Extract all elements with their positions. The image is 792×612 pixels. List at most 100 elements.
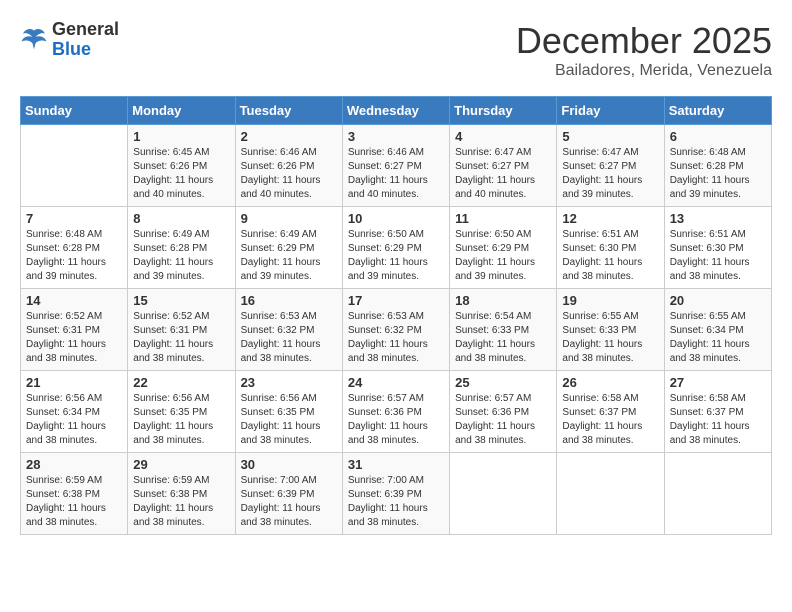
cell-info: Sunrise: 6:53 AMSunset: 6:32 PMDaylight:… xyxy=(241,310,337,366)
calendar-table: SundayMondayTuesdayWednesdayThursdayFrid… xyxy=(20,96,772,535)
day-number: 17 xyxy=(348,293,444,308)
calendar-cell xyxy=(664,453,771,535)
calendar-header-row: SundayMondayTuesdayWednesdayThursdayFrid… xyxy=(21,97,772,125)
cell-info: Sunrise: 6:52 AMSunset: 6:31 PMDaylight:… xyxy=(26,310,122,366)
day-number: 29 xyxy=(133,457,229,472)
calendar-cell: 5 Sunrise: 6:47 AMSunset: 6:27 PMDaylight… xyxy=(557,125,664,207)
day-number: 25 xyxy=(455,375,551,390)
calendar-cell: 30Sunrise: 7:00 AMSunset: 6:39 PMDayligh… xyxy=(235,453,342,535)
day-number: 16 xyxy=(241,293,337,308)
day-header-wednesday: Wednesday xyxy=(342,97,449,125)
cell-info: Sunrise: 6:56 AMSunset: 6:35 PMDaylight:… xyxy=(241,392,337,448)
cell-info: Sunrise: 7:00 AMSunset: 6:39 PMDaylight:… xyxy=(348,474,444,530)
day-number: 18 xyxy=(455,293,551,308)
calendar-cell: 24 Sunrise: 6:57 AMSunset: 6:36 PMDayligh… xyxy=(342,371,449,453)
month-title: December 2025 xyxy=(516,20,772,62)
cell-info: Sunrise: 6:56 AMSunset: 6:34 PMDaylight:… xyxy=(26,392,122,448)
cell-info: Sunrise: 6:54 AMSunset: 6:33 PMDaylight:… xyxy=(455,310,551,366)
day-number: 21 xyxy=(26,375,122,390)
calendar-cell: 11 Sunrise: 6:50 AMSunset: 6:29 PMDayligh… xyxy=(450,207,557,289)
cell-info: Sunrise: 6:55 AMSunset: 6:33 PMDaylight:… xyxy=(562,310,658,366)
day-number: 2 xyxy=(241,129,337,144)
calendar-cell: 22 Sunrise: 6:56 AMSunset: 6:35 PMDayligh… xyxy=(128,371,235,453)
calendar-week-3: 14 Sunrise: 6:52 AMSunset: 6:31 PMDayligh… xyxy=(21,289,772,371)
cell-info: Sunrise: 6:47 AMSunset: 6:27 PMDaylight:… xyxy=(562,146,658,202)
day-header-friday: Friday xyxy=(557,97,664,125)
calendar-cell: 17 Sunrise: 6:53 AMSunset: 6:32 PMDayligh… xyxy=(342,289,449,371)
cell-info: Sunrise: 6:48 AMSunset: 6:28 PMDaylight:… xyxy=(26,228,122,284)
day-number: 15 xyxy=(133,293,229,308)
day-number: 26 xyxy=(562,375,658,390)
day-number: 6 xyxy=(670,129,766,144)
calendar-week-1: 1Sunrise: 6:45 AMSunset: 6:26 PMDaylight… xyxy=(21,125,772,207)
day-number: 14 xyxy=(26,293,122,308)
cell-info: Sunrise: 6:56 AMSunset: 6:35 PMDaylight:… xyxy=(133,392,229,448)
cell-info: Sunrise: 6:51 AMSunset: 6:30 PMDaylight:… xyxy=(562,228,658,284)
day-number: 7 xyxy=(26,211,122,226)
cell-info: Sunrise: 6:52 AMSunset: 6:31 PMDaylight:… xyxy=(133,310,229,366)
day-number: 9 xyxy=(241,211,337,226)
title-block: December 2025 Bailadores, Merida, Venezu… xyxy=(516,20,772,80)
cell-info: Sunrise: 6:49 AMSunset: 6:28 PMDaylight:… xyxy=(133,228,229,284)
day-header-tuesday: Tuesday xyxy=(235,97,342,125)
calendar-cell: 16 Sunrise: 6:53 AMSunset: 6:32 PMDayligh… xyxy=(235,289,342,371)
calendar-cell: 4Sunrise: 6:47 AMSunset: 6:27 PMDaylight… xyxy=(450,125,557,207)
calendar-cell: 8Sunrise: 6:49 AMSunset: 6:28 PMDaylight… xyxy=(128,207,235,289)
day-number: 24 xyxy=(348,375,444,390)
cell-info: Sunrise: 6:48 AMSunset: 6:28 PMDaylight:… xyxy=(670,146,766,202)
calendar-cell: 27 Sunrise: 6:58 AMSunset: 6:37 PMDayligh… xyxy=(664,371,771,453)
day-number: 5 xyxy=(562,129,658,144)
cell-info: Sunrise: 6:58 AMSunset: 6:37 PMDaylight:… xyxy=(562,392,658,448)
calendar-week-5: 28Sunrise: 6:59 AMSunset: 6:38 PMDayligh… xyxy=(21,453,772,535)
day-number: 11 xyxy=(455,211,551,226)
calendar-cell: 31 Sunrise: 7:00 AMSunset: 6:39 PMDayligh… xyxy=(342,453,449,535)
day-number: 4 xyxy=(455,129,551,144)
cell-info: Sunrise: 6:53 AMSunset: 6:32 PMDaylight:… xyxy=(348,310,444,366)
location-subtitle: Bailadores, Merida, Venezuela xyxy=(516,62,772,80)
day-header-monday: Monday xyxy=(128,97,235,125)
calendar-cell: 18 Sunrise: 6:54 AMSunset: 6:33 PMDayligh… xyxy=(450,289,557,371)
day-header-thursday: Thursday xyxy=(450,97,557,125)
calendar-cell: 9Sunrise: 6:49 AMSunset: 6:29 PMDaylight… xyxy=(235,207,342,289)
calendar-cell: 14 Sunrise: 6:52 AMSunset: 6:31 PMDayligh… xyxy=(21,289,128,371)
cell-info: Sunrise: 6:46 AMSunset: 6:26 PMDaylight:… xyxy=(241,146,337,202)
calendar-cell: 23 Sunrise: 6:56 AMSunset: 6:35 PMDayligh… xyxy=(235,371,342,453)
calendar-cell: 21 Sunrise: 6:56 AMSunset: 6:34 PMDayligh… xyxy=(21,371,128,453)
day-number: 23 xyxy=(241,375,337,390)
cell-info: Sunrise: 6:58 AMSunset: 6:37 PMDaylight:… xyxy=(670,392,766,448)
calendar-cell xyxy=(450,453,557,535)
calendar-cell: 19Sunrise: 6:55 AMSunset: 6:33 PMDayligh… xyxy=(557,289,664,371)
calendar-cell: 2 Sunrise: 6:46 AMSunset: 6:26 PMDaylight… xyxy=(235,125,342,207)
day-number: 3 xyxy=(348,129,444,144)
calendar-cell: 12Sunrise: 6:51 AMSunset: 6:30 PMDayligh… xyxy=(557,207,664,289)
cell-info: Sunrise: 6:59 AMSunset: 6:38 PMDaylight:… xyxy=(133,474,229,530)
day-header-saturday: Saturday xyxy=(664,97,771,125)
calendar-cell: 7 Sunrise: 6:48 AMSunset: 6:28 PMDaylight… xyxy=(21,207,128,289)
calendar-week-4: 21 Sunrise: 6:56 AMSunset: 6:34 PMDayligh… xyxy=(21,371,772,453)
cell-info: Sunrise: 6:51 AMSunset: 6:30 PMDaylight:… xyxy=(670,228,766,284)
cell-info: Sunrise: 6:55 AMSunset: 6:34 PMDaylight:… xyxy=(670,310,766,366)
calendar-week-2: 7 Sunrise: 6:48 AMSunset: 6:28 PMDaylight… xyxy=(21,207,772,289)
calendar-cell: 25Sunrise: 6:57 AMSunset: 6:36 PMDayligh… xyxy=(450,371,557,453)
day-number: 22 xyxy=(133,375,229,390)
page-header: General Blue December 2025 Bailadores, M… xyxy=(20,20,772,80)
day-number: 10 xyxy=(348,211,444,226)
logo-blue: Blue xyxy=(52,40,119,60)
calendar-cell: 28Sunrise: 6:59 AMSunset: 6:38 PMDayligh… xyxy=(21,453,128,535)
cell-info: Sunrise: 6:50 AMSunset: 6:29 PMDaylight:… xyxy=(348,228,444,284)
calendar-cell: 10 Sunrise: 6:50 AMSunset: 6:29 PMDayligh… xyxy=(342,207,449,289)
day-number: 30 xyxy=(241,457,337,472)
day-number: 27 xyxy=(670,375,766,390)
logo-bird-icon xyxy=(20,26,48,54)
logo-text: General Blue xyxy=(52,20,119,60)
cell-info: Sunrise: 6:57 AMSunset: 6:36 PMDaylight:… xyxy=(348,392,444,448)
cell-info: Sunrise: 6:46 AMSunset: 6:27 PMDaylight:… xyxy=(348,146,444,202)
day-number: 31 xyxy=(348,457,444,472)
calendar-cell: 1Sunrise: 6:45 AMSunset: 6:26 PMDaylight… xyxy=(128,125,235,207)
calendar-cell xyxy=(21,125,128,207)
calendar-cell: 15 Sunrise: 6:52 AMSunset: 6:31 PMDayligh… xyxy=(128,289,235,371)
calendar-cell: 13Sunrise: 6:51 AMSunset: 6:30 PMDayligh… xyxy=(664,207,771,289)
calendar-cell: 20Sunrise: 6:55 AMSunset: 6:34 PMDayligh… xyxy=(664,289,771,371)
cell-info: Sunrise: 6:50 AMSunset: 6:29 PMDaylight:… xyxy=(455,228,551,284)
logo: General Blue xyxy=(20,20,119,60)
